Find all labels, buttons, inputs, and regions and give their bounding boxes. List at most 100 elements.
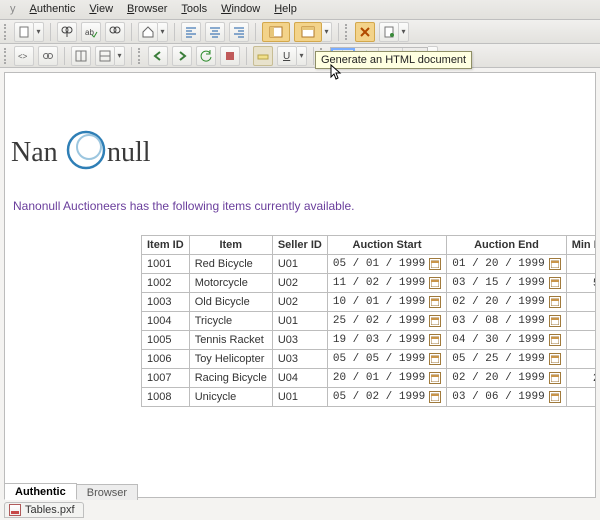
- toolbar-row-1: ab: [0, 20, 600, 44]
- cell-auction-end[interactable]: 03 / 08 / 1999: [447, 312, 566, 331]
- view-tab-authentic[interactable]: Authentic: [4, 483, 77, 500]
- align-left-icon[interactable]: [181, 22, 201, 42]
- split-dropdown[interactable]: [115, 46, 125, 66]
- split-horizontal-icon[interactable]: [95, 46, 115, 66]
- new-dropdown[interactable]: [34, 22, 44, 42]
- toolbar-grip[interactable]: [4, 48, 8, 64]
- split-view-icon[interactable]: [71, 46, 91, 66]
- cell-item-name: Tricycle: [189, 312, 272, 331]
- link-icon[interactable]: [38, 46, 58, 66]
- cell-auction-end[interactable]: 04 / 30 / 1999: [447, 331, 566, 350]
- new-icon[interactable]: [14, 22, 34, 42]
- separator: [50, 23, 51, 41]
- view-mode-b[interactable]: [294, 22, 322, 42]
- nav-forward-icon[interactable]: [172, 46, 192, 66]
- calendar-icon[interactable]: [429, 315, 441, 327]
- toolbar-grip[interactable]: [345, 24, 349, 40]
- calendar-icon[interactable]: [549, 353, 561, 365]
- view-mode-dropdown[interactable]: [322, 22, 332, 42]
- calendar-icon[interactable]: [549, 391, 561, 403]
- table-row[interactable]: 1004TricycleU0125 / 02 / 199903 / 08 / 1…: [142, 312, 597, 331]
- cell-min-bid: 25: [566, 388, 596, 407]
- file-tab-tables[interactable]: Tables.pxf: [4, 502, 84, 518]
- cell-auction-end[interactable]: 03 / 06 / 1999: [447, 388, 566, 407]
- toolbar-grip[interactable]: [4, 24, 8, 40]
- menu-view[interactable]: View: [83, 1, 119, 18]
- cell-item-id: 1006: [142, 350, 190, 369]
- document-area: Nan null Nanonull Auctioneers has the fo…: [4, 72, 596, 498]
- reload-icon[interactable]: [196, 46, 216, 66]
- cell-auction-start[interactable]: 05 / 01 / 1999: [327, 255, 446, 274]
- underline-icon[interactable]: U: [277, 46, 297, 66]
- calendar-icon[interactable]: [429, 258, 441, 270]
- calendar-icon[interactable]: [549, 315, 561, 327]
- table-row[interactable]: 1006Toy HelicopterU0305 / 05 / 199905 / …: [142, 350, 597, 369]
- calendar-icon[interactable]: [549, 277, 561, 289]
- find-replace-icon[interactable]: [105, 22, 125, 42]
- stop-icon[interactable]: [220, 46, 240, 66]
- home-icon[interactable]: [138, 22, 158, 42]
- cell-auction-start[interactable]: 20 / 01 / 1999: [327, 369, 446, 388]
- align-right-icon[interactable]: [229, 22, 249, 42]
- cell-auction-start[interactable]: 05 / 05 / 1999: [327, 350, 446, 369]
- cell-auction-end[interactable]: 01 / 20 / 1999: [447, 255, 566, 274]
- cell-min-bid: 200: [566, 369, 596, 388]
- find-icon[interactable]: [57, 22, 77, 42]
- cell-seller-id: U01: [272, 255, 327, 274]
- menu-truncated-left: y: [4, 1, 22, 18]
- table-row[interactable]: 1003Old BicycleU0210 / 01 / 199902 / 20 …: [142, 293, 597, 312]
- cell-auction-end[interactable]: 05 / 25 / 1999: [447, 350, 566, 369]
- cell-auction-start[interactable]: 11 / 02 / 1999: [327, 274, 446, 293]
- cell-auction-start[interactable]: 05 / 02 / 1999: [327, 388, 446, 407]
- highlight-icon[interactable]: [253, 46, 273, 66]
- menu-browser[interactable]: Browser: [121, 1, 173, 18]
- cell-auction-end[interactable]: 02 / 20 / 1999: [447, 293, 566, 312]
- cell-auction-end[interactable]: 02 / 20 / 1999: [447, 369, 566, 388]
- calendar-icon[interactable]: [429, 277, 441, 289]
- script-icon[interactable]: [379, 22, 399, 42]
- calendar-icon[interactable]: [549, 258, 561, 270]
- cancel-icon[interactable]: [355, 22, 375, 42]
- tag-icon[interactable]: <>: [14, 46, 34, 66]
- table-row[interactable]: 1005Tennis RacketU0319 / 03 / 199904 / 3…: [142, 331, 597, 350]
- spellcheck-icon[interactable]: ab: [81, 22, 101, 42]
- calendar-icon[interactable]: [549, 296, 561, 308]
- cell-auction-end[interactable]: 03 / 15 / 1999: [447, 274, 566, 293]
- calendar-icon[interactable]: [429, 353, 441, 365]
- separator: [246, 47, 247, 65]
- script-dropdown[interactable]: [399, 22, 409, 42]
- calendar-icon[interactable]: [429, 296, 441, 308]
- col-min-bid: Min Bid: [566, 236, 596, 255]
- align-center-icon[interactable]: [205, 22, 225, 42]
- calendar-icon[interactable]: [549, 334, 561, 346]
- toolbar-grip[interactable]: [138, 48, 142, 64]
- cell-auction-start[interactable]: 25 / 02 / 1999: [327, 312, 446, 331]
- table-row[interactable]: 1007Racing BicycleU0420 / 01 / 199902 / …: [142, 369, 597, 388]
- separator: [174, 23, 175, 41]
- menu-help[interactable]: Help: [268, 1, 303, 18]
- calendar-icon[interactable]: [429, 334, 441, 346]
- nav-back-icon[interactable]: [148, 46, 168, 66]
- table-row[interactable]: 1001Red BicycleU0105 / 01 / 199901 / 20 …: [142, 255, 597, 274]
- cell-auction-start[interactable]: 10 / 01 / 1999: [327, 293, 446, 312]
- table-row[interactable]: 1002MotorcycleU0211 / 02 / 199903 / 15 /…: [142, 274, 597, 293]
- calendar-icon[interactable]: [549, 372, 561, 384]
- home-dropdown[interactable]: [158, 22, 168, 42]
- calendar-icon[interactable]: [429, 391, 441, 403]
- view-mode-a[interactable]: [262, 22, 290, 42]
- cursor-icon: [330, 64, 344, 85]
- view-tab-browser[interactable]: Browser: [76, 484, 138, 500]
- cell-seller-id: U03: [272, 350, 327, 369]
- separator: [64, 47, 65, 65]
- menu-authentic[interactable]: AAuthenticuthentic: [24, 1, 82, 18]
- table-row[interactable]: 1008UnicycleU0105 / 02 / 199903 / 06 / 1…: [142, 388, 597, 407]
- nanonull-logo: Nan null: [11, 123, 191, 173]
- menu-window[interactable]: Window: [215, 1, 266, 18]
- menu-tools[interactable]: Tools: [175, 1, 213, 18]
- calendar-icon[interactable]: [429, 372, 441, 384]
- cell-item-id: 1008: [142, 388, 190, 407]
- cell-item-id: 1002: [142, 274, 190, 293]
- cell-auction-start[interactable]: 19 / 03 / 1999: [327, 331, 446, 350]
- format-dropdown[interactable]: [297, 46, 307, 66]
- cell-min-bid: 500: [566, 274, 596, 293]
